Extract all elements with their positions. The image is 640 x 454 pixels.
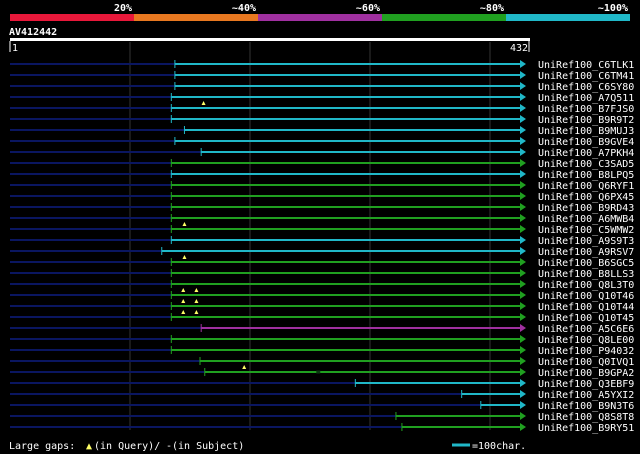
- hit-accession-label[interactable]: UniRef100_Q8LE00: [538, 335, 634, 346]
- hit-accession-label[interactable]: UniRef100_A9S9T3: [538, 236, 634, 247]
- hit-accession-label[interactable]: UniRef100_C3SAD5: [538, 159, 634, 170]
- identity-tick-label: ~40%: [232, 3, 256, 14]
- identity-tick-label: ~100%: [598, 3, 628, 14]
- hit-accession-label[interactable]: UniRef100_P94032: [538, 346, 634, 357]
- scale-label: =100char.: [472, 441, 526, 452]
- hit-accession-label[interactable]: UniRef100_B8LLS3: [538, 269, 634, 280]
- hit-accession-label[interactable]: UniRef100_Q10T44: [538, 302, 634, 313]
- query-bar: [10, 38, 530, 41]
- identity-segment: [506, 14, 630, 21]
- gap-legend-subject: (in Subject): [172, 441, 244, 452]
- hit-accession-label[interactable]: UniRef100_A7Q511: [538, 93, 634, 104]
- gap-query-marker-icon: ▲: [86, 441, 92, 452]
- hit-accession-label[interactable]: UniRef100_B7FJS0: [538, 104, 634, 115]
- gap-legend: Large gaps: ▲ (in Query)/ - (in Subject): [9, 441, 244, 452]
- identity-tick-label: 20%: [114, 3, 132, 14]
- hit-accession-label[interactable]: UniRef100_C6SY80: [538, 82, 634, 93]
- hit-accession-label[interactable]: UniRef100_Q6RYF1: [538, 181, 634, 192]
- hit-accession-label[interactable]: UniRef100_Q8L3T0: [538, 280, 634, 291]
- hit-accession-label[interactable]: UniRef100_Q0IVQ1: [538, 357, 634, 368]
- hit-accession-label[interactable]: UniRef100_A9RSV7: [538, 247, 634, 258]
- hit-accession-label[interactable]: UniRef100_B9MUJ3: [538, 126, 634, 137]
- hit-accession-label[interactable]: UniRef100_B8LPQ5: [538, 170, 634, 181]
- hit-accession-label[interactable]: UniRef100_A5C6E6: [538, 324, 634, 335]
- identity-segment: [10, 14, 134, 21]
- identity-tick-label: ~80%: [480, 3, 504, 14]
- identity-segment: [258, 14, 382, 21]
- hit-accession-label[interactable]: UniRef100_A5YXI2: [538, 390, 634, 401]
- hit-accession-label[interactable]: UniRef100_Q3EBF9: [538, 379, 634, 390]
- hit-accession-label[interactable]: UniRef100_B9RD43: [538, 203, 634, 214]
- hit-accession-label[interactable]: UniRef100_Q10T46: [538, 291, 634, 302]
- identity-segment: [134, 14, 258, 21]
- hit-accession-label[interactable]: UniRef100_B9GPA2: [538, 368, 634, 379]
- hit-accession-label[interactable]: UniRef100_C6TM41: [538, 71, 634, 82]
- hit-accession-label[interactable]: UniRef100_Q6PX45: [538, 192, 634, 203]
- gap-legend-label: Large gaps:: [9, 441, 75, 452]
- hit-accession-label[interactable]: UniRef100_C5WMW2: [538, 225, 634, 236]
- identity-tick-label: ~60%: [356, 3, 380, 14]
- hit-accession-label[interactable]: UniRef100_B9N3T6: [538, 401, 634, 412]
- alignment-viewer: 20% ~40% ~60% ~80% ~100% AV412442 1 432 UniR…: [0, 0, 640, 454]
- hit-accession-label[interactable]: UniRef100_Q8S8T8: [538, 412, 634, 423]
- identity-segment: [382, 14, 506, 21]
- hit-accession-label[interactable]: UniRef100_B9GVE4: [538, 137, 634, 148]
- hit-accession-label[interactable]: UniRef100_A7PKH4: [538, 148, 634, 159]
- hit-accession-label[interactable]: UniRef100_B9R9T2: [538, 115, 634, 126]
- hit-accession-label[interactable]: UniRef100_A6MWB4: [538, 214, 634, 225]
- gap-legend-query: (in Query)/: [94, 441, 160, 452]
- hit-accession-label[interactable]: UniRef100_B6SGC5: [538, 258, 634, 269]
- hit-accession-label[interactable]: UniRef100_B9RY51: [538, 423, 634, 434]
- hit-accession-label[interactable]: UniRef100_Q10T45: [538, 313, 634, 324]
- ruler-end-label: 432: [510, 43, 528, 54]
- ruler-start-label: 1: [12, 43, 18, 54]
- query-accession: AV412442: [9, 27, 57, 38]
- hit-accession-label[interactable]: UniRef100_C6TLK1: [538, 60, 634, 71]
